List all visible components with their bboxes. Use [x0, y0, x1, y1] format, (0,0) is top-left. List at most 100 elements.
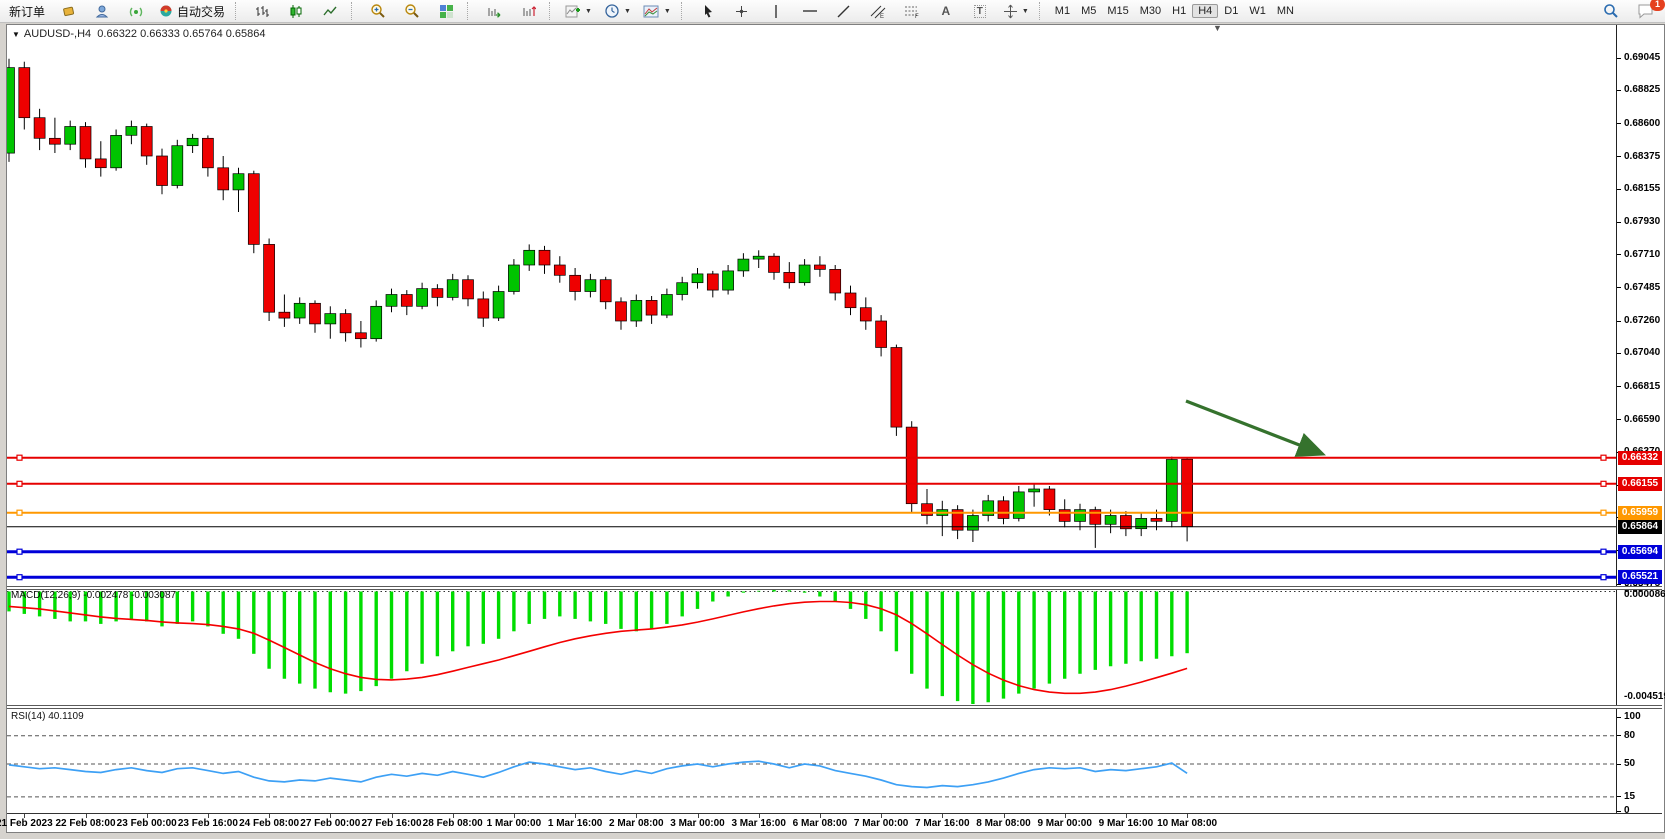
chart-shift-marker-icon[interactable]: ▼ — [1213, 23, 1222, 33]
price-line-tag: 0.65959 — [1618, 506, 1662, 520]
rsi-level-label: 80 — [1624, 730, 1635, 742]
trendline-tool-button[interactable] — [828, 0, 860, 22]
periods-button[interactable]: ▼ — [599, 0, 636, 22]
svg-text:E: E — [880, 14, 884, 19]
timeframe-button-h1[interactable]: H1 — [1167, 5, 1191, 17]
time-tick-label: 21 Feb 2023 — [0, 818, 53, 829]
signals-button[interactable] — [120, 0, 152, 22]
rsi-indicator-panel[interactable] — [7, 709, 1616, 813]
chart-symbol-label: AUDUSD-,H4 — [24, 28, 91, 40]
crosshair-tool-button[interactable] — [726, 0, 758, 22]
autotrading-button[interactable]: 自动交易 — [154, 0, 230, 22]
time-tick-label: 1 Mar 16:00 — [548, 818, 602, 829]
timeframe-button-m15[interactable]: M15 — [1102, 5, 1133, 17]
axis-tick-mark — [1617, 811, 1621, 812]
community-button[interactable] — [86, 0, 118, 22]
price-tick-label: 0.67485 — [1624, 282, 1660, 294]
timeframe-button-mn[interactable]: MN — [1272, 5, 1299, 17]
auto-scroll-button[interactable] — [478, 0, 510, 22]
vertical-line-tool-button[interactable] — [760, 0, 792, 22]
dropdown-caret: ▼ — [624, 8, 631, 15]
time-tick-label: 3 Mar 16:00 — [731, 818, 785, 829]
rsi-level-label: 100 — [1624, 711, 1641, 723]
gold-box-icon — [61, 4, 76, 19]
svg-text:F: F — [915, 14, 919, 19]
time-tick-label: 10 Mar 08:00 — [1157, 818, 1217, 829]
price-tick-label: 0.69045 — [1624, 52, 1660, 64]
toolbar-separator — [351, 2, 357, 20]
tile-windows-button[interactable] — [430, 0, 462, 22]
community-icon — [95, 4, 110, 19]
chart-shift-button[interactable] — [512, 0, 544, 22]
panel-splitter[interactable] — [7, 586, 1662, 590]
timeframe-button-m5[interactable]: M5 — [1076, 5, 1101, 17]
notifications-button[interactable]: 1 — [1629, 0, 1661, 22]
fibonacci-icon: F — [904, 4, 920, 19]
zoom-in-button[interactable] — [362, 0, 394, 22]
arrow-objects-icon — [1003, 4, 1018, 19]
fibonacci-tool-button[interactable]: F — [896, 0, 928, 22]
dropdown-caret: ▼ — [664, 8, 671, 15]
chart-ohlc-values: 0.66322 0.66333 0.65764 0.65864 — [97, 28, 265, 40]
channel-tool-button[interactable]: E — [862, 0, 894, 22]
templates-button[interactable]: ▼ — [638, 0, 676, 22]
cursor-tool-button[interactable] — [692, 0, 724, 22]
time-tick-label: 23 Feb 16:00 — [178, 818, 238, 829]
arrows-tool-button[interactable]: ▼ — [998, 0, 1034, 22]
timeframe-button-d1[interactable]: D1 — [1219, 5, 1243, 17]
price-line-tag: 0.66332 — [1618, 451, 1662, 465]
time-axis[interactable]: 21 Feb 202322 Feb 08:0023 Feb 00:0023 Fe… — [7, 813, 1662, 832]
search-icon — [1603, 3, 1619, 19]
candlestick-chart-button[interactable] — [280, 0, 312, 22]
tile-windows-icon — [439, 4, 454, 19]
panel-splitter[interactable] — [7, 705, 1662, 709]
price-axis[interactable]: 0.690450.688250.686000.683750.681550.679… — [1616, 25, 1663, 813]
rsi-level-label: 50 — [1624, 758, 1635, 770]
chart-window: ▼ AUDUSD-,H4 0.66322 0.66333 0.65764 0.65… — [6, 24, 1665, 833]
line-chart-button[interactable] — [314, 0, 346, 22]
price-tick-label: 0.66590 — [1624, 414, 1660, 426]
trendline-icon — [836, 4, 851, 19]
axis-tick-mark — [1617, 419, 1621, 420]
text-label-tool-button[interactable]: T — [964, 0, 996, 22]
dropdown-caret: ▼ — [1022, 8, 1029, 15]
toolbar-separator — [681, 2, 687, 20]
chevron-down-icon[interactable]: ▼ — [12, 30, 20, 39]
current-price-tag: 0.65864 — [1618, 520, 1662, 534]
indicators-button[interactable]: ▼ — [560, 0, 597, 22]
price-tick-label: 0.67710 — [1624, 249, 1660, 261]
rsi-level-label: 15 — [1624, 791, 1635, 803]
axis-tick-mark — [1617, 353, 1621, 354]
axis-tick-mark — [1617, 764, 1621, 765]
search-button[interactable] — [1595, 0, 1627, 22]
vertical-line-icon — [771, 4, 781, 19]
horizontal-line-tool-button[interactable] — [794, 0, 826, 22]
signals-broadcast-icon — [129, 4, 144, 19]
time-tick-label: 24 Feb 08:00 — [239, 818, 299, 829]
axis-tick-mark — [1617, 321, 1621, 322]
text-tool-button[interactable]: A — [930, 0, 962, 22]
time-tick-label: 2 Mar 08:00 — [609, 818, 663, 829]
timeframe-button-h4[interactable]: H4 — [1192, 4, 1218, 18]
new-order-button[interactable]: 新订单 — [4, 0, 50, 22]
gold-icon-button[interactable] — [52, 0, 84, 22]
price-tick-label: 0.66815 — [1624, 381, 1660, 393]
auto-scroll-icon — [487, 4, 502, 19]
zoom-out-icon — [404, 3, 420, 19]
axis-tick-mark — [1617, 58, 1621, 59]
zoom-out-button[interactable] — [396, 0, 428, 22]
axis-tick-mark — [1617, 222, 1621, 223]
macd-indicator-panel[interactable] — [7, 589, 1616, 704]
price-tick-label: 0.68155 — [1624, 183, 1660, 195]
timeframe-button-m1[interactable]: M1 — [1050, 5, 1075, 17]
timeframe-button-m30[interactable]: M30 — [1135, 5, 1166, 17]
main-price-chart[interactable] — [7, 25, 1616, 586]
chart-shift-icon — [521, 4, 536, 19]
timeframe-button-w1[interactable]: W1 — [1244, 5, 1271, 17]
price-tick-label: 0.67260 — [1624, 315, 1660, 327]
rsi-level-label: 0 — [1624, 805, 1630, 817]
time-tick-label: 3 Mar 00:00 — [670, 818, 724, 829]
dropdown-caret: ▼ — [585, 8, 592, 15]
bar-chart-button[interactable] — [246, 0, 278, 22]
equidistant-channel-icon: E — [870, 4, 886, 19]
